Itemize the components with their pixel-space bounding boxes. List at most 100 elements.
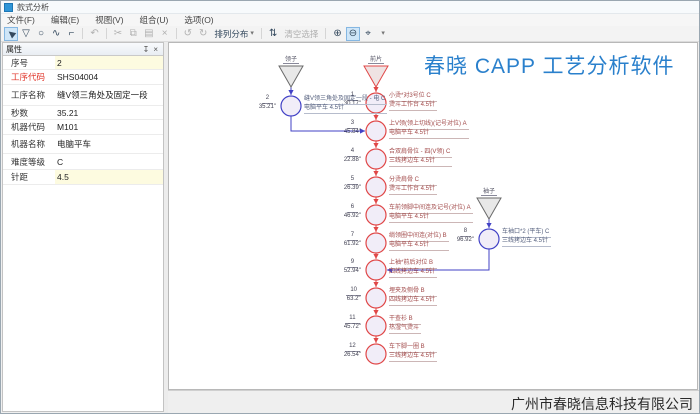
property-row-7: 难度等级C <box>3 154 163 170</box>
node-seq-time-label: 422.88" <box>344 148 361 164</box>
property-label: 工序代码 <box>3 71 55 83</box>
process-node-5[interactable] <box>366 177 386 197</box>
property-value[interactable]: 2 <box>55 56 163 69</box>
overflow-icon: ▾ <box>381 30 385 37</box>
scissors-icon: ✂ <box>114 29 122 39</box>
select-tool-button[interactable]: ◀ <box>4 27 18 41</box>
toolbar-separator <box>325 28 326 39</box>
source-label: 袖子 <box>481 186 497 196</box>
property-label: 工序名称 <box>3 89 55 101</box>
arrowhead-icon <box>373 143 378 148</box>
copy-button[interactable]: ⧉ <box>126 27 140 41</box>
pan-button[interactable]: ⌖ <box>361 27 375 41</box>
arrowhead-icon <box>373 338 378 343</box>
process-node-9[interactable] <box>366 260 386 280</box>
cut-button[interactable]: ✂ <box>111 27 125 41</box>
polyline-tool-button[interactable]: ∿ <box>49 27 63 41</box>
pin-icon[interactable]: ↧ <box>141 45 152 54</box>
property-label: 序号 <box>3 57 55 69</box>
circle-icon: ○ <box>38 29 44 39</box>
toolbar-separator <box>82 28 83 39</box>
node-text-label: 上袖*前后对位 B四线拷边车 4.5针 <box>389 260 437 278</box>
align-arrows-icon: ⇅ <box>269 29 277 39</box>
status-strip: 广州市春晓信息科技有限公司 <box>168 390 699 413</box>
arrowhead-icon <box>373 115 378 120</box>
properties-panel-header: 属性 ↧ × <box>3 43 163 56</box>
node-seq-time-label: 526.39" <box>344 176 361 192</box>
align-button[interactable]: ⇅ <box>266 27 280 41</box>
process-node-6[interactable] <box>366 205 386 225</box>
properties-panel-title: 属性 <box>6 44 141 55</box>
process-node-11[interactable] <box>366 316 386 336</box>
clear-selection-button-label: 清空选择 <box>284 28 318 40</box>
property-row-2: 工序代码SHS04004 <box>3 70 163 85</box>
rotate-right-icon: ↻ <box>199 29 207 39</box>
node-seq-time-label: 1063.2" <box>346 287 361 303</box>
node-seq-time-label: 761.92" <box>344 232 361 248</box>
toolbar: ◀▽ ○ ∿⌐ ↶ ✂ ⧉ ▤ × ↺ ↻ 排列分布▾ ⇅ 清空选择 ⊕⊖⌖ ▾ <box>1 26 699 42</box>
delete-button[interactable]: × <box>158 27 172 41</box>
zoom-in-button[interactable]: ⊕ <box>330 27 344 41</box>
circle-tool-button[interactable]: ○ <box>34 27 48 41</box>
source-label: 前片 <box>368 54 384 64</box>
elbow-line-tool-button[interactable]: ⌐ <box>64 27 78 41</box>
zoom-out-button[interactable]: ⊖ <box>346 27 360 41</box>
property-value[interactable]: 4.5 <box>55 170 163 184</box>
source-triangle-src-collar[interactable] <box>279 66 303 87</box>
toolbar-separator <box>176 28 177 39</box>
source-triangle-src-front[interactable] <box>364 66 388 87</box>
property-row-1: 序号2 <box>3 56 163 70</box>
node-text-label: 车前领脚中间连及记号(对位) A电脑平车 4.5针 <box>389 205 473 223</box>
menu-item-3[interactable]: 视图(V) <box>93 14 125 26</box>
menu-item-5[interactable]: 选项(O) <box>182 14 215 26</box>
diagram-canvas[interactable]: 春晓 CAPP 工艺分析软件 领子前片袖子130.17"小烫*对3号位 C烫斗工… <box>168 42 698 390</box>
menu-item-2[interactable]: 编辑(E) <box>49 14 81 26</box>
menu-bar: 文件(F) 编辑(E) 视图(V) 组合(U) 选项(O) <box>1 14 699 26</box>
undo-button[interactable]: ↶ <box>87 27 101 41</box>
property-value[interactable]: 35.21 <box>55 106 163 119</box>
property-value[interactable]: M101 <box>55 120 163 134</box>
arrowhead-icon <box>373 310 378 315</box>
property-label: 机器名称 <box>3 138 55 150</box>
source-triangle-src-sleeve[interactable] <box>477 198 501 219</box>
property-value[interactable]: 电脑平车 <box>55 135 163 153</box>
node-seq-time-label: 235.21" <box>259 95 276 111</box>
node-text-label: 缝V领三角处及固定一段 - 电 C电脑平车 4.5针 <box>304 96 387 114</box>
process-node-12[interactable] <box>366 344 386 364</box>
property-value[interactable]: C <box>55 154 163 169</box>
window-title: 款式分析 <box>17 2 49 13</box>
property-row-4: 秒数35.21 <box>3 106 163 120</box>
app-icon <box>4 3 13 12</box>
process-node-2[interactable] <box>281 96 301 116</box>
node-text-label: 小烫*对3号位 C烫斗工作台 4.5针 <box>389 93 437 111</box>
node-seq-time-label: 896.92" <box>457 228 474 244</box>
arrowhead-icon <box>486 223 491 228</box>
rotate-right-button[interactable]: ↻ <box>196 27 210 41</box>
triangle-tool-button[interactable]: ▽ <box>19 27 33 41</box>
arrowhead-icon <box>373 171 378 176</box>
process-node-4[interactable] <box>366 149 386 169</box>
clear-selection-button[interactable]: 清空选择 <box>281 27 321 41</box>
rotate-left-button[interactable]: ↺ <box>181 27 195 41</box>
menu-item-4[interactable]: 组合(U) <box>138 14 171 26</box>
paste-button[interactable]: ▤ <box>141 27 156 41</box>
arrowhead-icon <box>373 199 378 204</box>
undo-icon: ↶ <box>90 29 98 39</box>
process-node-3[interactable] <box>366 121 386 141</box>
close-icon[interactable]: × <box>151 45 160 54</box>
paste-icon: ▤ <box>144 29 153 39</box>
menu-item-1[interactable]: 文件(F) <box>5 14 37 26</box>
process-node-7[interactable] <box>366 233 386 253</box>
property-row-3: 工序名称缝V领三角处及固定一段 <box>3 85 163 106</box>
node-text-label: 车袖口*2 (平车) C三线拷边车 4.5针 <box>502 229 551 247</box>
process-node-8[interactable] <box>479 229 499 249</box>
pointer-icon: ◀ <box>5 28 16 39</box>
property-value[interactable]: 缝V领三角处及固定一段 <box>55 85 163 105</box>
arrange-dropdown[interactable]: 排列分布▾ <box>211 27 257 41</box>
node-text-label: 分烫肩骨 C烫斗工作台 4.5针 <box>389 177 437 195</box>
process-node-10[interactable] <box>366 288 386 308</box>
rotate-left-icon: ↺ <box>184 29 192 39</box>
arrowhead-icon <box>373 227 378 232</box>
toolbar-overflow-button[interactable]: ▾ <box>376 27 390 41</box>
property-value[interactable]: SHS04004 <box>55 70 163 84</box>
